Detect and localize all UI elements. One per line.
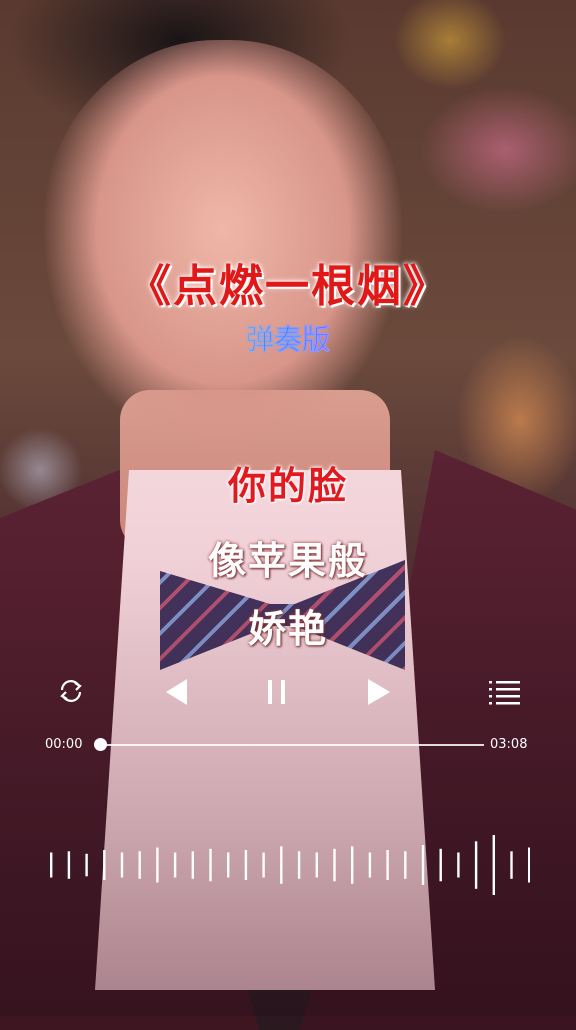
next-icon-graphic	[368, 679, 390, 705]
song-title: 《点燃一根烟》	[127, 261, 449, 312]
playlist-icon[interactable]	[487, 677, 523, 707]
previous-icon-graphic	[166, 679, 187, 705]
waveform-bar	[227, 852, 230, 878]
lyric-next-line: 像苹果般	[207, 539, 368, 583]
waveform-bar	[297, 851, 301, 879]
current-time: 00:00	[45, 737, 83, 752]
waveform-bar	[138, 851, 141, 879]
waveform-bar	[67, 851, 71, 879]
next-icon[interactable]	[360, 674, 396, 710]
previous-icon[interactable]	[160, 674, 196, 710]
waveform-bar	[280, 846, 283, 884]
waveform-bar	[439, 848, 442, 882]
progress-knob[interactable]	[94, 738, 107, 751]
waveform-bar	[510, 851, 513, 879]
waveform-bar	[457, 852, 460, 878]
waveform	[50, 835, 530, 895]
waveform-bar	[50, 852, 53, 878]
waveform-bar	[368, 852, 372, 878]
waveform-bar	[191, 851, 194, 879]
playlist-icon-graphic	[489, 681, 520, 705]
total-time: 03:08	[490, 737, 528, 752]
song-subtitle: 弹奏版	[0, 318, 576, 358]
pause-icon[interactable]	[262, 676, 292, 708]
waveform-bar	[474, 841, 478, 889]
progress-track[interactable]	[100, 744, 484, 746]
lyric-following-line: 娇艳	[247, 607, 328, 651]
waveform-bar	[244, 850, 248, 880]
waveform-bar	[315, 852, 318, 878]
waveform-bar	[103, 850, 106, 880]
pause-icon-graphic	[268, 680, 285, 704]
waveform-bar	[492, 835, 495, 895]
waveform-bar	[209, 848, 212, 882]
lyric-current-line: 你的脸	[227, 464, 348, 508]
waveform-bar	[120, 852, 124, 878]
waveform-bar	[156, 847, 159, 883]
waveform-bar	[351, 846, 354, 884]
waveform-bar	[85, 853, 88, 877]
waveform-bar	[421, 845, 425, 885]
waveform-bar	[262, 852, 265, 878]
waveform-bar	[333, 848, 336, 882]
waveform-bar	[173, 852, 177, 878]
repeat-icon-graphic	[60, 680, 82, 702]
waveform-bar	[404, 851, 407, 879]
repeat-icon[interactable]	[55, 675, 87, 707]
waveform-bar	[528, 847, 530, 883]
waveform-bar	[386, 850, 389, 880]
